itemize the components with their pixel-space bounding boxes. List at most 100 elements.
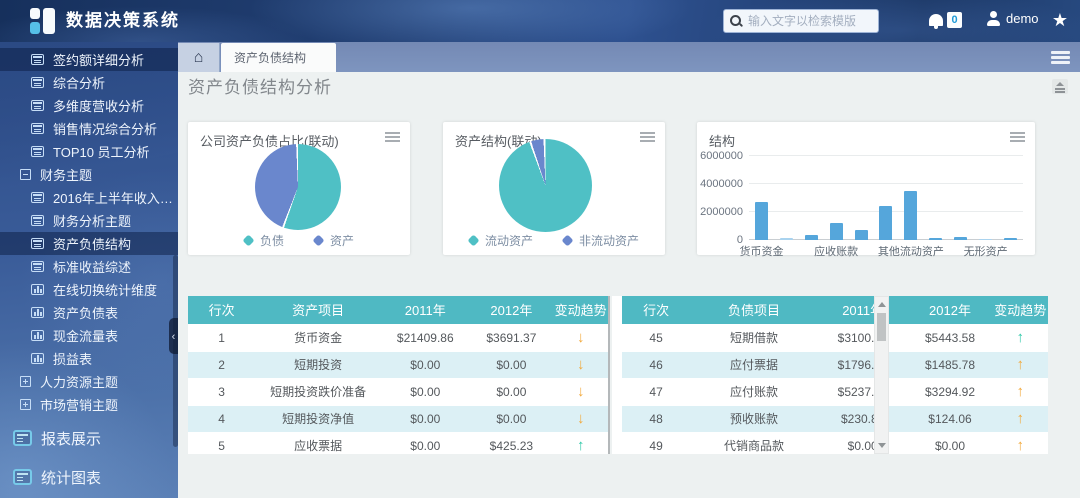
table-cell: 预收账款 <box>690 405 818 433</box>
table-cell: 货币资金 <box>255 324 382 352</box>
sidebar-item[interactable]: 多维度营收分析 <box>0 94 178 117</box>
panel-asset-structure: 资产结构(联动) 流动资产 非流动资产 <box>443 122 665 255</box>
trend-arrow-icon: ↓ <box>553 324 608 352</box>
scroll-up-arrow-icon[interactable] <box>875 298 888 311</box>
table-row[interactable]: 1 货币资金 $21409.86 $3691.37 ↓ <box>188 324 608 352</box>
legend-item[interactable]: 非流动资产 <box>561 232 639 249</box>
sidebar-item-label: 统计图表 <box>41 469 102 487</box>
user-menu[interactable]: demo <box>986 11 1039 26</box>
bar[interactable] <box>954 236 968 240</box>
bar[interactable] <box>929 238 943 240</box>
legend-marker-icon <box>242 234 255 247</box>
panel-menu-icon[interactable] <box>640 132 655 142</box>
table-cell: 应付账款 <box>690 378 818 406</box>
column-header: 资产项目 <box>255 296 382 325</box>
sidebar-item-label: 资产负债表 <box>53 306 119 321</box>
sidebar-item[interactable]: 销售情况综合分析 <box>0 117 178 140</box>
pie-chart[interactable] <box>255 144 341 230</box>
bar[interactable] <box>779 238 793 240</box>
column-header: 变动趋势 <box>553 296 608 325</box>
column-header: 2012年 <box>907 296 993 325</box>
table-cell: 47 <box>622 378 691 406</box>
sidebar-item[interactable]: 损益表 <box>0 347 178 370</box>
bar[interactable] <box>1004 237 1018 240</box>
search-input[interactable] <box>748 14 872 28</box>
panel-menu-icon[interactable] <box>1010 132 1025 142</box>
sidebar-item[interactable]: 标准收益综述 <box>0 255 178 278</box>
table-scrollbar[interactable] <box>874 296 889 454</box>
bar[interactable] <box>979 238 993 240</box>
bar[interactable] <box>904 191 918 240</box>
sidebar-item-label: 综合分析 <box>53 76 106 91</box>
sidebar-item-label: 销售情况综合分析 <box>53 122 158 137</box>
trend-arrow-icon: ↓ <box>553 405 608 433</box>
pie-chart[interactable] <box>499 139 592 232</box>
app-window: 数据决策系统 0 demo 签约额详细分析综合分析多维度营收分析销售情况综合分析… <box>0 0 1080 498</box>
table-row[interactable]: 4 短期投资净值 $0.00 $0.00 ↓ <box>188 405 608 433</box>
sidebar-item[interactable]: 财务主题 <box>0 163 178 186</box>
table-cell: 49 <box>622 432 691 454</box>
scroll-down-arrow-icon[interactable] <box>875 439 888 452</box>
search-box[interactable] <box>723 9 879 33</box>
x-axis-slot: 其他流动资产 <box>878 243 944 258</box>
sidebar-item[interactable]: 综合分析 <box>0 71 178 94</box>
sidebar-item[interactable]: 资产负债表 <box>0 301 178 324</box>
sidebar-item[interactable]: 统计图表 <box>0 460 178 494</box>
bar[interactable] <box>854 229 868 240</box>
tab-home[interactable] <box>178 43 220 72</box>
bars <box>749 156 1023 240</box>
table-row[interactable]: 45 短期借款 $3100.00 $5443.58 ↑ <box>622 324 1048 352</box>
table-row[interactable]: 47 应付账款 $5237.46 $3294.92 ↑ <box>622 378 1048 406</box>
table-cell: $425.23 <box>469 432 554 454</box>
column-header: 2011年 <box>381 296 470 325</box>
chart-legend: 流动资产 非流动资产 <box>443 232 665 249</box>
legend-item[interactable]: 负债 <box>242 232 284 249</box>
bar-plot[interactable] <box>749 155 1023 240</box>
table-divider <box>608 296 610 454</box>
favorite-star-icon[interactable] <box>1050 10 1070 30</box>
table-row[interactable]: 2 短期投资 $0.00 $0.00 ↓ <box>188 351 608 379</box>
legend-label: 资产 <box>330 234 355 248</box>
table-row[interactable]: 46 应付票据 $1796.00 $1485.78 ↑ <box>622 351 1048 379</box>
app-logo-icon[interactable] <box>30 8 56 34</box>
table-row[interactable]: 48 预收账款 $230.82 $124.06 ↑ <box>622 405 1048 433</box>
bar[interactable] <box>804 235 818 240</box>
table-cell: 应付票据 <box>690 351 818 379</box>
sidebar-item[interactable]: TOP10 员工分析 <box>0 140 178 163</box>
sidebar-item[interactable]: 2016年上半年收入分析 <box>0 186 178 209</box>
scroll-thumb[interactable] <box>877 313 886 341</box>
sidebar-item[interactable]: 人力资源主题 <box>0 370 178 393</box>
legend-item[interactable]: 资产 <box>312 232 355 249</box>
table-cell: $0.00 <box>469 378 554 406</box>
notifications-button[interactable]: 0 <box>929 12 962 29</box>
table-cell: $1485.78 <box>907 351 993 379</box>
sidebar-item[interactable]: 报表展示 <box>0 421 178 455</box>
panel-menu-icon[interactable] <box>385 132 400 142</box>
sidebar-item[interactable]: 在线切换统计维度 <box>0 278 178 301</box>
table-row[interactable]: 49 代销商品款 $0.00 $0.00 ↑ <box>622 432 1048 454</box>
collapse-pane-icon[interactable] <box>1052 79 1068 94</box>
x-axis-slot: 应收账款 <box>814 243 858 258</box>
sidebar-item[interactable]: 签约额详细分析 <box>0 48 178 71</box>
bar-chart-icon <box>31 353 44 364</box>
sidebar-item[interactable]: 财务分析主题 <box>0 209 178 232</box>
table-row[interactable]: 5 应收票据 $0.00 $425.23 ↑ <box>188 432 608 454</box>
bar[interactable] <box>754 202 768 240</box>
sidebar-item[interactable]: 资产负债结构 <box>0 232 178 255</box>
table-cell: $230.82 <box>817 405 908 433</box>
legend-item[interactable]: 流动资产 <box>467 232 533 249</box>
table-cell: $5237.46 <box>817 378 908 406</box>
table-cell: 2 <box>188 351 256 379</box>
sidebar-item[interactable]: 现金流量表 <box>0 324 178 347</box>
notification-badge: 0 <box>947 12 962 28</box>
table-cell: 4 <box>188 405 256 433</box>
bar[interactable] <box>829 222 843 240</box>
sidebar-item[interactable]: 市场营销主题 <box>0 393 178 416</box>
column-header: 行次 <box>188 296 256 325</box>
table-cell: $3691.37 <box>469 324 554 352</box>
bar[interactable] <box>879 206 893 240</box>
sidebar-collapse-handle[interactable] <box>169 318 178 354</box>
tabbar-menu-icon[interactable] <box>1051 51 1070 64</box>
tab-active[interactable]: 资产负债结构 <box>221 43 337 72</box>
table-row[interactable]: 3 短期投资跌价准备 $0.00 $0.00 ↓ <box>188 378 608 406</box>
